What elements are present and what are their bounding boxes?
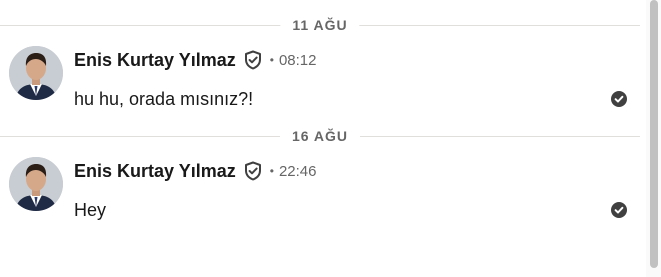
sender-name[interactable]: Enis Kurtay Yılmaz bbox=[74, 161, 236, 182]
message-header: Enis Kurtay Yılmaz • 08:12 bbox=[74, 48, 316, 72]
check-circle-icon bbox=[611, 202, 627, 218]
message-text: Hey bbox=[74, 200, 107, 220]
messaging-thread: 11 AĞU Enis Kurtay Yılmaz • 08:12 hu hu,… bbox=[0, 0, 661, 277]
message-time: 22:46 bbox=[278, 162, 317, 180]
message-time: 08:12 bbox=[278, 51, 317, 69]
message-item[interactable]: Enis Kurtay Yılmaz • 22:46 Hey bbox=[0, 157, 640, 237]
date-label: 11 AĞU bbox=[280, 15, 360, 35]
avatar-image bbox=[9, 46, 63, 100]
shield-check-icon[interactable] bbox=[243, 50, 263, 70]
avatar-image bbox=[9, 157, 63, 211]
shield-check-icon[interactable] bbox=[243, 161, 263, 181]
sender-name[interactable]: Enis Kurtay Yılmaz bbox=[74, 50, 236, 71]
scrollbar[interactable] bbox=[646, 0, 661, 277]
date-divider: 11 AĞU bbox=[0, 15, 640, 35]
date-divider: 16 AĞU bbox=[0, 126, 640, 146]
avatar[interactable] bbox=[9, 157, 63, 211]
message-item[interactable]: Enis Kurtay Yılmaz • 08:12 hu hu, orada … bbox=[0, 46, 640, 126]
separator-dot: • bbox=[269, 164, 274, 178]
avatar[interactable] bbox=[9, 46, 63, 100]
check-circle-icon bbox=[611, 91, 627, 107]
message-header: Enis Kurtay Yılmaz • 22:46 bbox=[74, 159, 316, 183]
message-text: hu hu, orada mısınız?! bbox=[74, 89, 254, 109]
date-label: 16 AĞU bbox=[279, 126, 361, 146]
separator-dot: • bbox=[269, 53, 274, 67]
scrollbar-thumb[interactable] bbox=[650, 0, 658, 268]
